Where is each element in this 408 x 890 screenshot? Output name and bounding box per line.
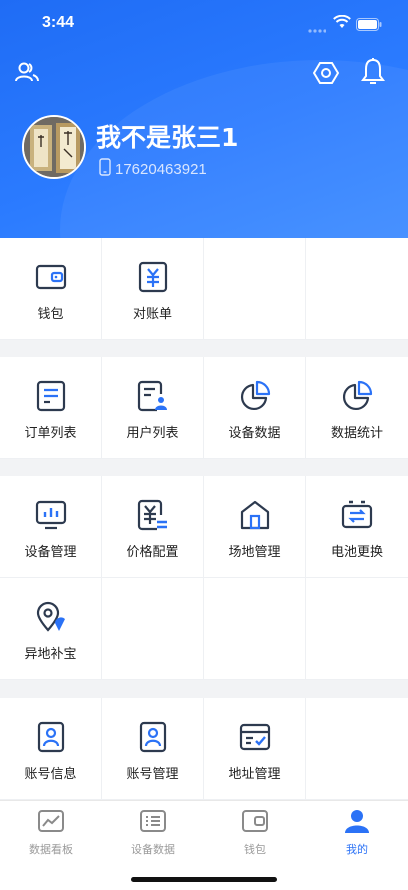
menu-empty-cell <box>204 578 306 680</box>
menu-item-label: 价格配置 <box>126 545 179 560</box>
house-icon <box>238 498 272 532</box>
menu-empty-cell <box>306 238 408 340</box>
users-icon[interactable] <box>12 57 42 87</box>
dashboard-icon <box>37 809 65 837</box>
menu-item-label: 设备数据 <box>228 426 281 441</box>
account-section: 账号信息 账号管理 地址管理 <box>0 698 408 800</box>
profile-phone: 17620463921 <box>99 158 207 180</box>
battery-icon <box>356 16 382 35</box>
phone-number: 17620463921 <box>115 160 207 178</box>
menu-item-account-management[interactable]: 账号管理 <box>102 698 204 800</box>
wallet-icon <box>241 809 269 837</box>
user-list-icon <box>136 379 170 413</box>
pie-chart-icon <box>238 379 272 413</box>
signal-icon <box>308 20 327 39</box>
status-bar: 3:44 <box>0 0 408 46</box>
device-data-icon <box>139 809 167 837</box>
menu-item-label: 电池更换 <box>330 545 383 560</box>
account-icon <box>34 720 68 754</box>
tab-device-data[interactable]: 设备数据 <box>102 809 204 857</box>
settings-icon[interactable] <box>311 58 341 88</box>
menu-item-label: 对账单 <box>132 307 172 322</box>
status-time: 3:44 <box>42 14 75 31</box>
menu-empty-cell <box>306 578 408 680</box>
menu-item-label: 地址管理 <box>228 767 281 782</box>
address-icon <box>238 720 272 754</box>
monitor-chart-icon <box>34 498 68 532</box>
price-config-icon <box>136 498 170 532</box>
phone-icon <box>99 158 111 180</box>
menu-item-account-info[interactable]: 账号信息 <box>0 698 102 800</box>
menu-item-label: 异地补宝 <box>24 647 77 662</box>
menu-item-label: 设备管理 <box>24 545 77 560</box>
person-icon <box>343 809 371 837</box>
wifi-icon <box>333 14 351 33</box>
tab-dashboard[interactable]: 数据看板 <box>0 809 102 857</box>
tab-label: 我的 <box>346 843 368 856</box>
tab-mine[interactable]: 我的 <box>306 809 408 857</box>
menu-item-device-data[interactable]: 设备数据 <box>204 357 306 459</box>
tab-label: 设备数据 <box>131 843 175 856</box>
pie-chart-icon <box>340 379 374 413</box>
menu-item-label: 场地管理 <box>228 545 281 560</box>
menu-item-user-list[interactable]: 用户列表 <box>102 357 204 459</box>
menu-empty-cell <box>306 698 408 800</box>
menu-item-data-stats[interactable]: 数据统计 <box>306 357 408 459</box>
menu-item-label: 钱包 <box>37 307 64 322</box>
tab-wallet[interactable]: 钱包 <box>204 809 306 857</box>
menu-item-label: 账号信息 <box>24 767 77 782</box>
menu-item-battery-swap[interactable]: 电池更换 <box>306 476 408 578</box>
menu-item-statement[interactable]: 对账单 <box>102 238 204 340</box>
statement-icon <box>136 260 170 294</box>
menu-item-price-config[interactable]: 价格配置 <box>102 476 204 578</box>
profile-name: 我不是张三1 <box>96 123 239 152</box>
menu-item-order-list[interactable]: 订单列表 <box>0 357 102 459</box>
menu-item-label: 账号管理 <box>126 767 179 782</box>
avatar[interactable] <box>22 115 86 179</box>
location-pin-icon <box>34 600 68 634</box>
data-section: 订单列表 用户列表 设备数据 数据统计 <box>0 357 408 459</box>
menu-empty-cell <box>102 578 204 680</box>
menu-item-remote-replenish[interactable]: 异地补宝 <box>0 578 102 680</box>
menu-item-label: 用户列表 <box>126 426 179 441</box>
order-list-icon <box>34 379 68 413</box>
menu-item-venue-management[interactable]: 场地管理 <box>204 476 306 578</box>
battery-swap-icon <box>340 498 374 532</box>
menu-item-wallet[interactable]: 钱包 <box>0 238 102 340</box>
wallet-icon <box>34 260 68 294</box>
bell-icon[interactable] <box>358 56 388 86</box>
menu-item-label: 订单列表 <box>24 426 77 441</box>
menu-item-device-management[interactable]: 设备管理 <box>0 476 102 578</box>
tab-label: 钱包 <box>244 843 266 856</box>
home-indicator[interactable] <box>131 877 277 882</box>
finance-section: 钱包 对账单 <box>0 238 408 340</box>
menu-empty-cell <box>204 238 306 340</box>
account-icon <box>136 720 170 754</box>
menu-item-address-management[interactable]: 地址管理 <box>204 698 306 800</box>
menu-item-label: 数据统计 <box>330 426 383 441</box>
management-section: 设备管理 价格配置 场地管理 电池更换 异地补宝 <box>0 476 408 680</box>
profile-header: 3:44 我不是张三1 17620463921 <box>0 0 408 238</box>
tab-label: 数据看板 <box>29 843 73 856</box>
